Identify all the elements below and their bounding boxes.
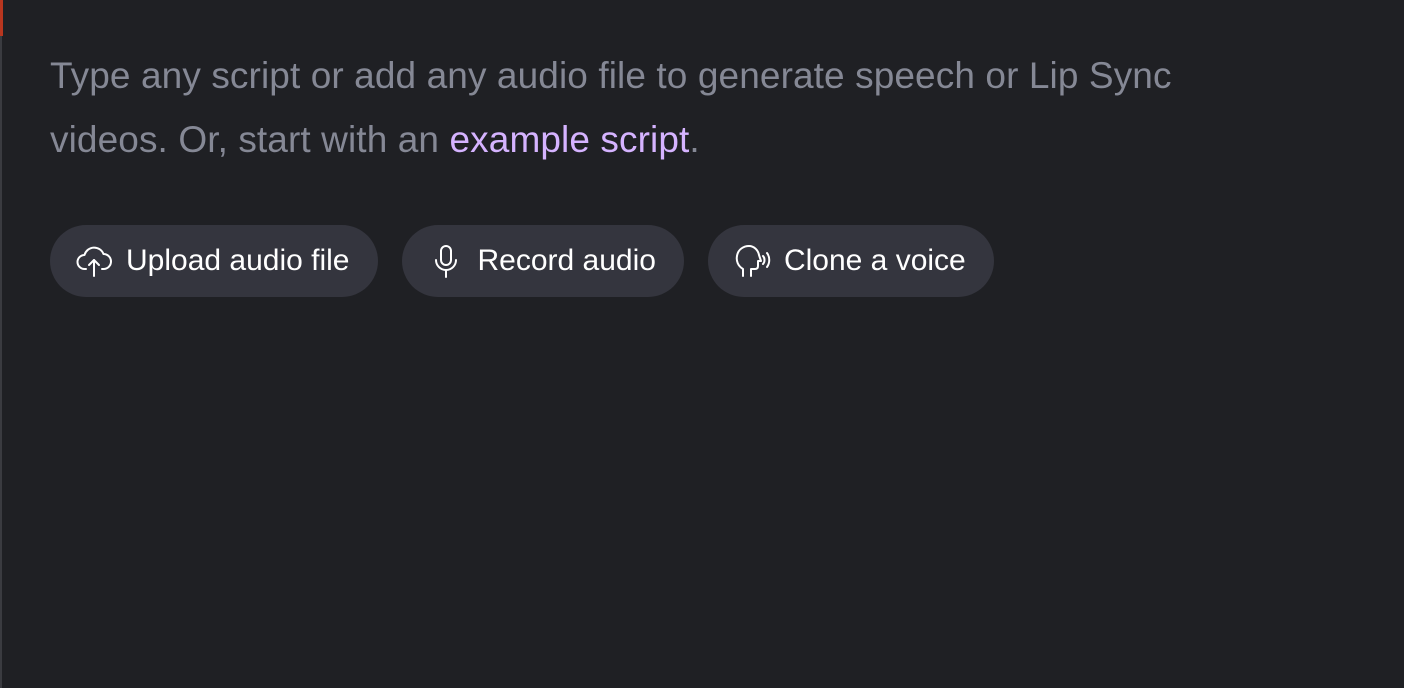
clone-a-voice-label: Clone a voice <box>783 244 966 277</box>
clone-a-voice-button[interactable]: Clone a voice <box>707 225 994 297</box>
cloud-upload-icon <box>74 241 114 281</box>
record-audio-button[interactable]: Record audio <box>401 225 684 297</box>
record-audio-label: Record audio <box>477 244 656 277</box>
left-border <box>0 0 2 688</box>
example-script-link[interactable]: example script <box>449 119 689 160</box>
voice-clone-icon <box>732 241 772 281</box>
script-editor[interactable]: Type any script or add any audio file to… <box>50 44 1290 172</box>
microphone-icon <box>426 241 466 281</box>
editor-placeholder: Type any script or add any audio file to… <box>50 44 1290 172</box>
action-buttons: Upload audio file Record audio Clone a v… <box>50 225 994 297</box>
left-border-accent <box>0 0 3 36</box>
upload-audio-file-button[interactable]: Upload audio file <box>50 225 378 297</box>
placeholder-period: . <box>689 119 700 160</box>
upload-audio-file-label: Upload audio file <box>126 244 350 277</box>
